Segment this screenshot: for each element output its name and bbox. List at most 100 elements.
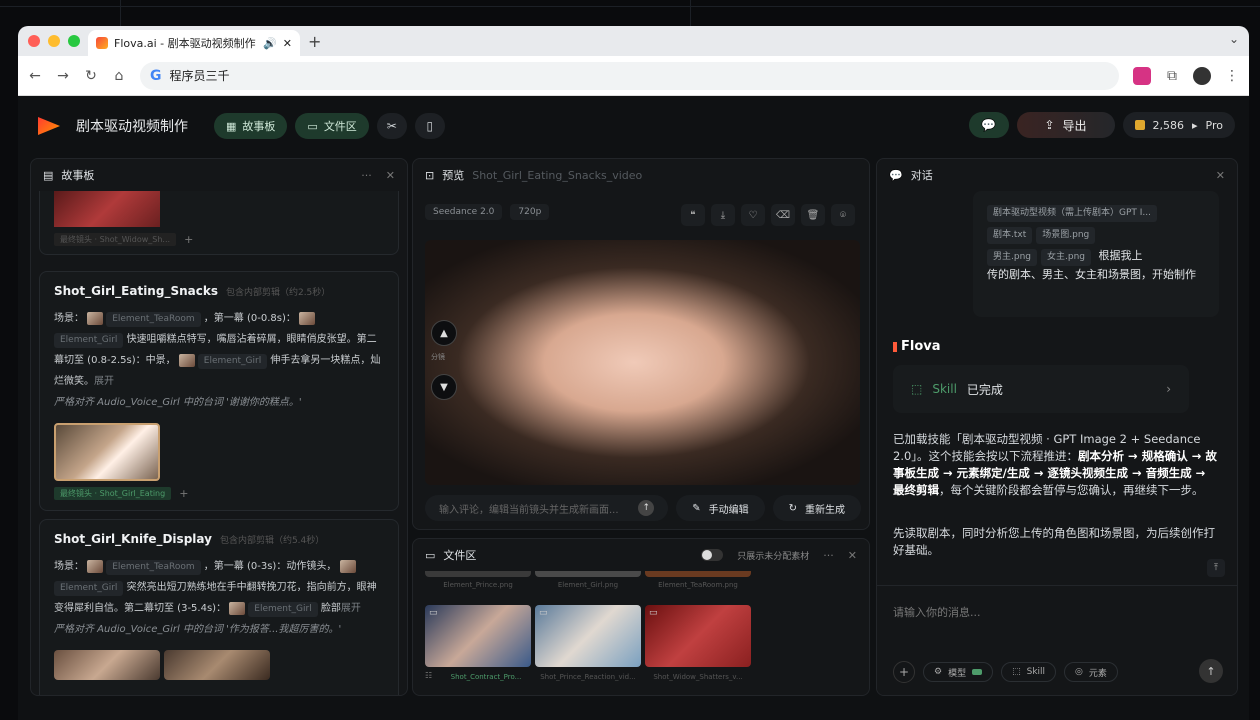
flova-mark-icon [893,341,897,352]
shot-thumbnail[interactable] [54,191,160,227]
file-thumbnail[interactable]: ▭ [425,605,531,667]
storyboard-card-top[interactable]: 最终镜头 · Shot_Widow_Sh... + [39,191,399,255]
maximize-window-button[interactable] [68,35,80,47]
scroll-top-icon[interactable]: ⤒ [1207,559,1225,577]
chevron-up-icon[interactable]: ▲ [431,320,457,346]
files-nav-button[interactable]: ▭ 文件区 [295,113,369,139]
reload-icon[interactable]: ↻ [84,68,98,84]
unassigned-toggle[interactable] [701,549,724,561]
expand-link[interactable]: 展开 [341,603,361,614]
close-window-button[interactable] [28,35,40,47]
regenerate-button[interactable]: ↻ 重新生成 [772,495,861,521]
file-thumb-partial[interactable] [425,571,531,577]
chevron-down-icon[interactable]: ▼ [431,374,457,400]
address-input[interactable]: G 程序员三千 [140,61,1119,90]
add-icon[interactable]: + [184,233,193,246]
file-thumbnail[interactable]: ▭ [535,605,641,667]
scissors-button[interactable]: ✂ [376,113,407,139]
back-icon[interactable]: ← [28,68,42,84]
file-label: Element_Girl.png [557,581,619,589]
trash-icon[interactable]: 🗑 [801,204,825,226]
expand-link[interactable]: 展开 [94,376,114,387]
bg-line [120,0,121,26]
status-indicator [972,669,983,675]
skill-status-card[interactable]: ⬚ Skill 已完成 › [893,365,1189,413]
model-button[interactable]: ⚙ 模型 [923,662,994,682]
element-chip[interactable]: Element_Girl [54,333,124,348]
file-label: Shot_Widow_Shatters_v... [653,673,743,681]
storyboard-card[interactable]: Shot_Girl_Eating_Snacks 包含内部剪辑（约2.5秒） 场景：… [39,271,399,511]
grid-view-icon[interactable]: ☷ [425,671,432,680]
close-icon[interactable]: ✕ [848,549,857,562]
chat-toggle-button[interactable]: 💬 [968,112,1009,138]
heart-icon[interactable]: ♡ [741,204,765,226]
file-thumb-partial[interactable] [535,571,641,577]
attachment-chip[interactable]: 剧本.txt [987,227,1033,244]
close-icon[interactable]: ✕ [1216,169,1225,182]
video-icon: ▭ [649,608,658,618]
more-options-icon[interactable]: ··· [361,169,372,182]
element-chip[interactable]: Element_Girl [54,581,124,596]
preview-title: 预览 [442,169,465,182]
tab-close-icon[interactable]: ✕ [283,37,292,50]
eraser-icon[interactable]: ⌫ [771,204,795,226]
document-button[interactable]: ▯ [414,113,445,139]
camera-icon[interactable]: ⌾ [831,204,855,226]
shot-clip-thumbnail[interactable] [54,423,160,481]
shot-clip-thumbnail[interactable] [164,650,270,680]
file-thumb-partial[interactable] [645,571,751,577]
credits-badge[interactable]: 2,586 ▸ Pro [1122,112,1235,138]
preview-toolbar: ❝ ⤓ ♡ ⌫ 🗑 ⌾ [681,204,855,226]
attachment-chip[interactable]: 男主.png [987,249,1037,266]
menu-kebab-icon[interactable]: ⋮ [1225,68,1239,84]
attachment-chip[interactable]: 剧本驱动型视频（需上传剧本）GPT I... [987,205,1157,222]
send-button[interactable]: ↑ [1199,659,1223,683]
element-chip[interactable]: Element_TeaRoom [106,560,201,575]
puzzle-icon[interactable]: ⧉ [1165,68,1179,84]
attachment-chip[interactable]: 女主.png [1041,249,1091,266]
tab-search-chevron-icon[interactable]: ⌄ [1229,32,1239,46]
chat-panel: 💬 对话 ✕ 剧本驱动型视频（需上传剧本）GPT I... 剧本.txt 场景图.… [876,158,1238,696]
add-icon[interactable]: + [893,661,915,683]
export-button[interactable]: ⇪ 导出 [1016,112,1115,138]
chevron-right-icon: ▸ [1192,118,1198,132]
home-icon[interactable]: ⌂ [112,68,126,84]
model-chip[interactable]: Seedance 2.0 [425,204,503,220]
files-header: ▭ 文件区 只展示未分配素材 ··· ✕ [413,539,869,571]
close-icon[interactable]: ✕ [386,169,395,182]
element-chip[interactable]: Element_TeaRoom [106,312,201,327]
storyboard-nav-button[interactable]: ▦ 故事板 [214,113,288,139]
storyboard-title: 故事板 [61,169,95,182]
new-tab-button[interactable]: + [308,32,321,51]
forward-icon[interactable]: → [56,68,70,84]
credits-count: 2,586 [1152,118,1185,132]
add-icon[interactable]: + [179,487,188,500]
element-chip[interactable]: Element_Girl [197,354,268,369]
film-icon: ▦ [226,119,237,133]
element-button[interactable]: ◎ 元素 [1064,662,1118,682]
video-icon: ▭ [539,608,548,618]
message-input[interactable]: 请输入你的消息... [893,604,981,620]
attachment-chip[interactable]: 场景图.png [1036,227,1096,244]
storyboard-card[interactable]: Shot_Girl_Knife_Display 包含内部剪辑（约5.4秒） 场景：… [39,519,399,695]
refresh-icon: ↻ [788,502,797,514]
file-label: Shot_Contract_Pro... [450,673,522,681]
profile-avatar[interactable] [1193,66,1211,85]
shot-clip-thumbnail[interactable] [54,650,160,680]
more-options-icon[interactable]: ··· [823,549,834,562]
comment-input[interactable]: 输入评论，编辑当前镜头并生成新画面... ↑ [425,495,669,521]
download-icon[interactable]: ⤓ [711,204,735,226]
file-thumbnail[interactable]: ▭ [645,605,751,667]
skill-button[interactable]: ⬚ Skill [1001,662,1057,682]
browser-tab[interactable]: Flova.ai - 剧本驱动视频制作 🔊 ✕ [88,30,300,56]
comment-placeholder: 输入评论，编辑当前镜头并生成新画面... [439,504,619,516]
send-icon[interactable]: ↑ [638,500,655,516]
quote-icon[interactable]: ❝ [681,204,705,226]
manual-edit-button[interactable]: ✎ 手动编辑 [676,495,765,521]
video-preview[interactable] [425,240,860,485]
extension-icon[interactable] [1133,66,1151,85]
minimize-window-button[interactable] [48,35,60,47]
element-chip[interactable]: Element_Girl [248,602,318,617]
resolution-chip[interactable]: 720p [510,204,550,220]
export-label: 导出 [1062,118,1087,133]
